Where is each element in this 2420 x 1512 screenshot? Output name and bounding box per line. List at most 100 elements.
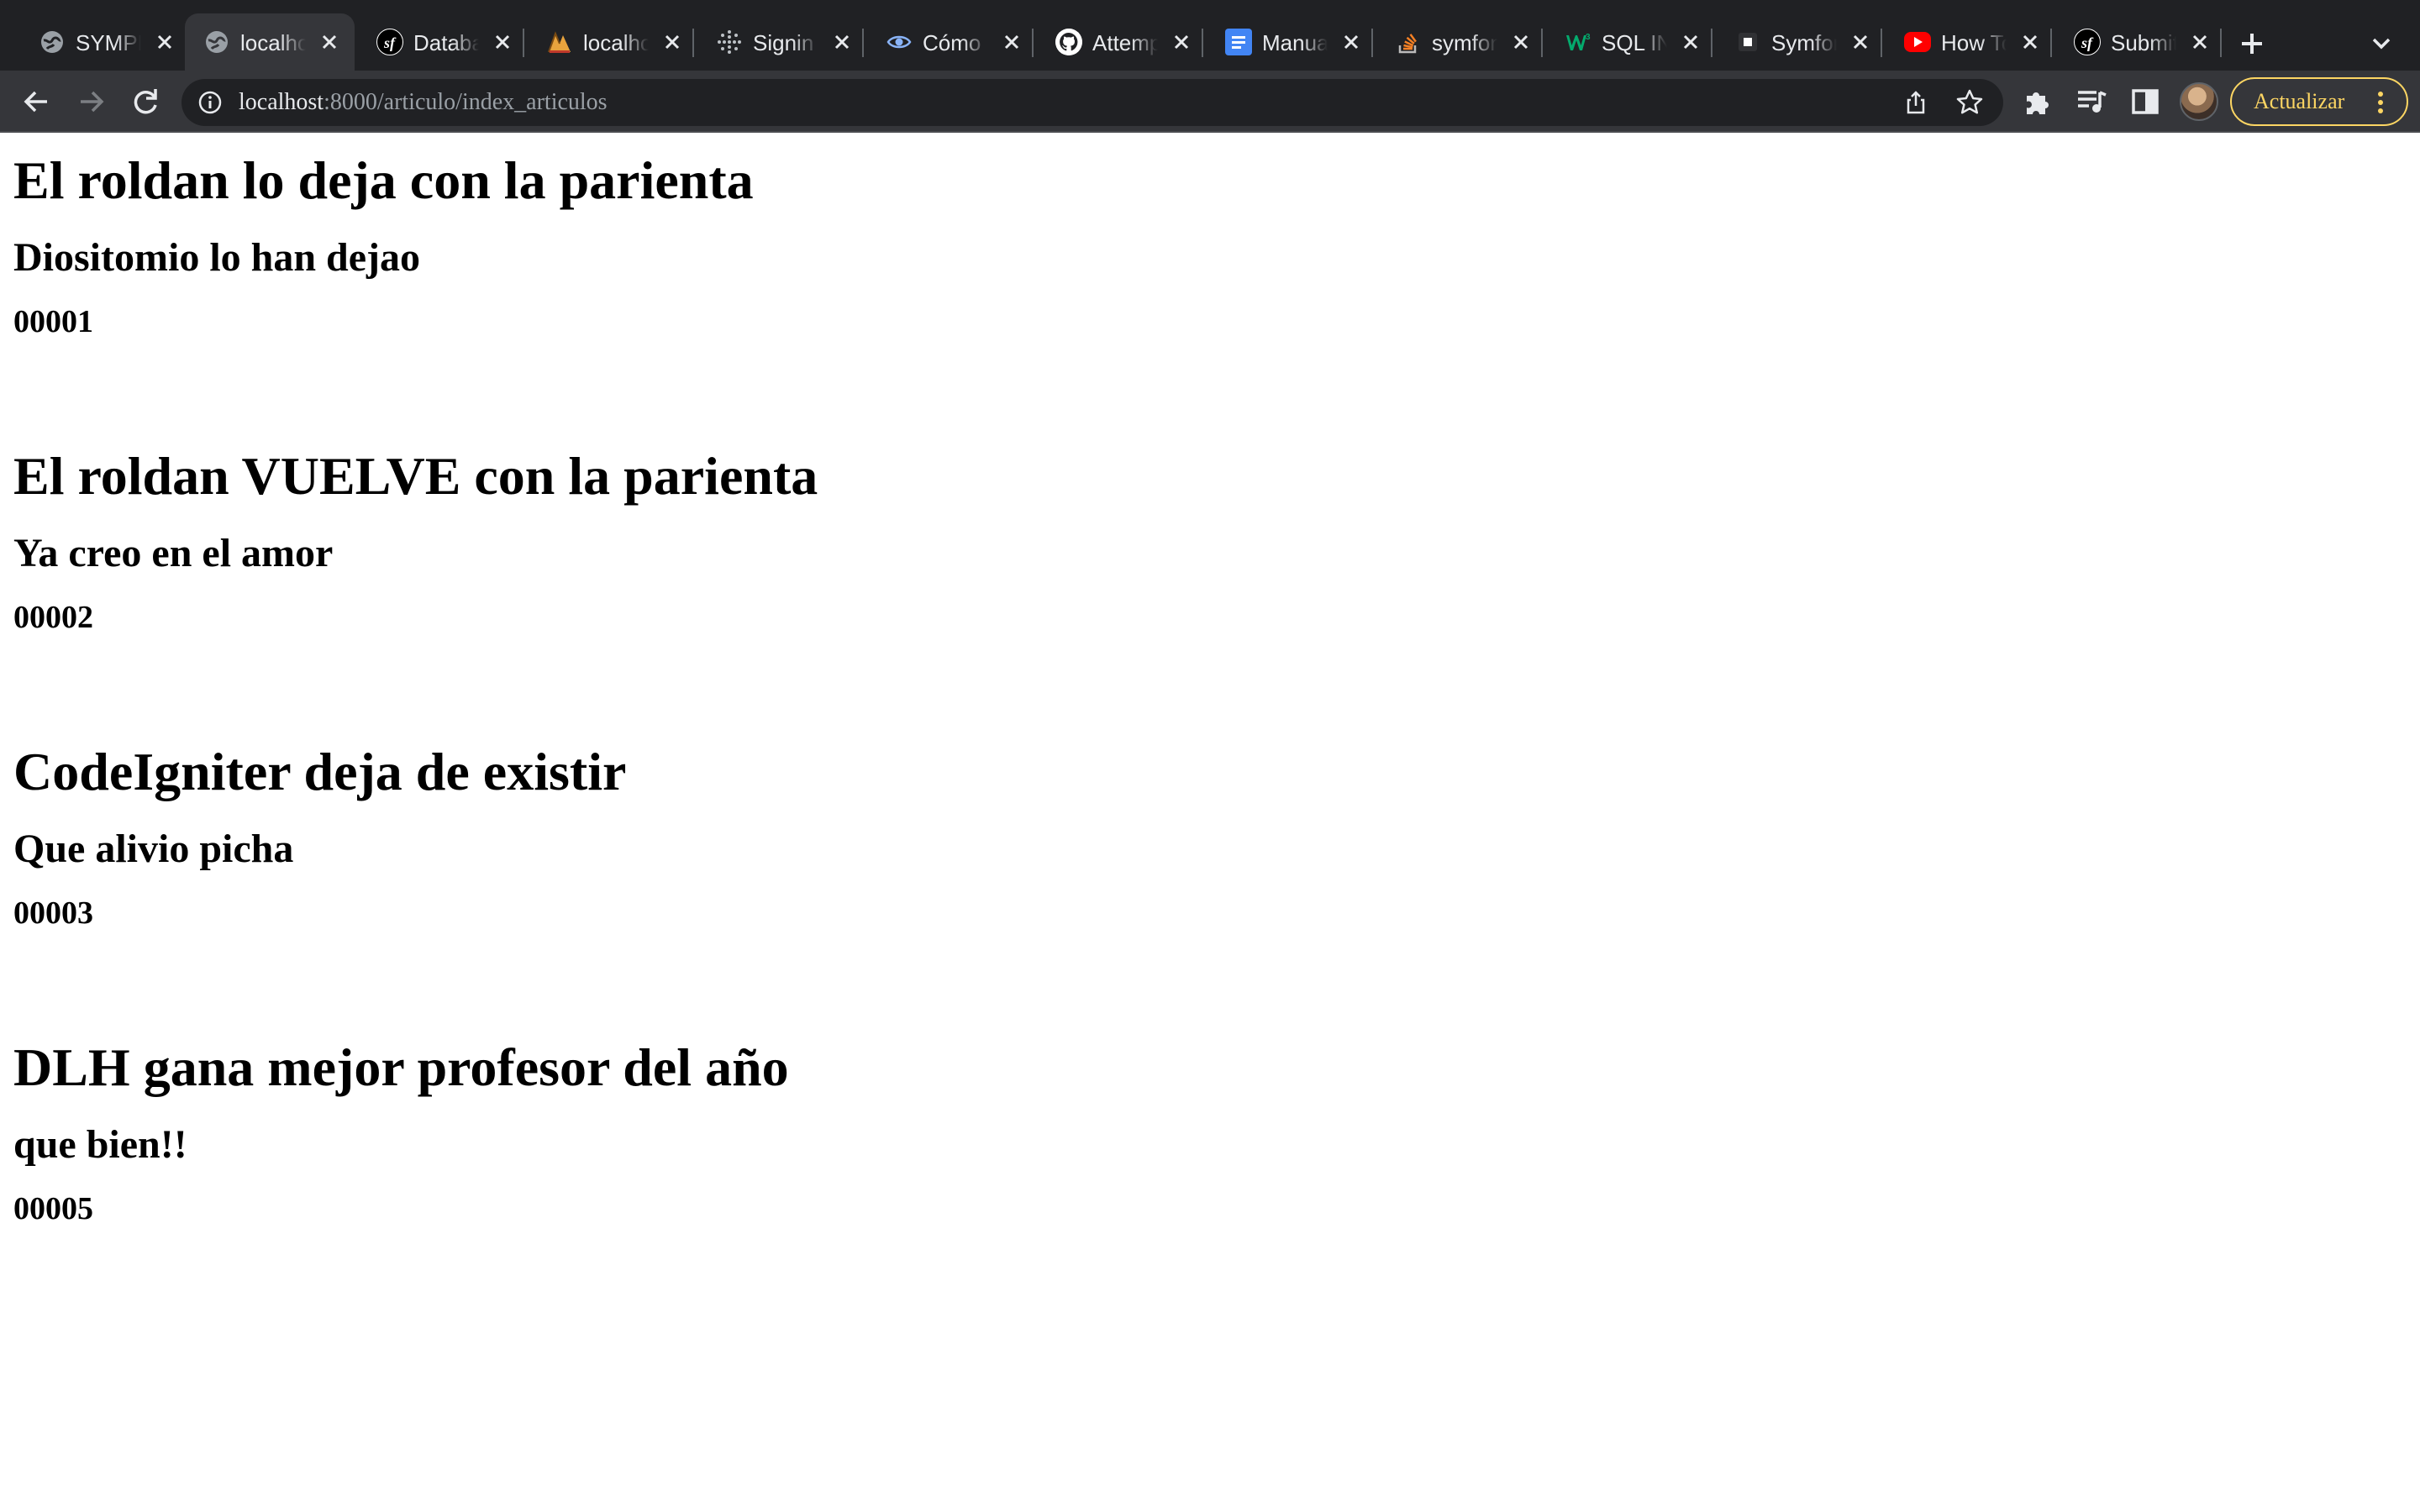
globe-icon (203, 29, 230, 55)
reload-icon (134, 89, 157, 114)
side-panel-button[interactable] (2128, 84, 2163, 119)
close-icon[interactable] (998, 29, 1025, 55)
close-icon[interactable] (489, 29, 516, 55)
square-icon (1734, 29, 1761, 55)
update-button[interactable]: Actualizar (2230, 77, 2408, 126)
forward-button[interactable] (71, 81, 113, 123)
tab-9[interactable]: 3 SQL IN (1546, 13, 1716, 71)
phpmyadmin-icon (546, 29, 573, 55)
tab-title: Cómo (923, 30, 981, 55)
tab-6[interactable]: Attempt (1037, 13, 1207, 71)
close-icon[interactable] (1847, 29, 1874, 55)
dots-icon (716, 29, 743, 55)
tab-4[interactable]: Signin (697, 13, 867, 71)
extensions-button[interactable] (2020, 84, 2055, 119)
tab-separator (1371, 29, 1373, 57)
more-vertical-icon[interactable] (2366, 87, 2395, 116)
tab-separator (1541, 29, 1543, 57)
close-icon[interactable] (316, 29, 343, 55)
close-icon[interactable] (829, 29, 855, 55)
info-icon[interactable] (197, 89, 224, 116)
tab-title: Attempt (1092, 30, 1158, 55)
tab-title: symfony (1432, 30, 1497, 55)
svg-text:sf: sf (2081, 34, 2094, 51)
close-icon[interactable] (659, 29, 686, 55)
symfony-icon: sf (376, 29, 403, 55)
tab-title: localhost (583, 30, 649, 55)
article-code: 00002 (13, 600, 93, 635)
article-subtitle: Diositomio lo han dejao (13, 235, 421, 280)
tab-2[interactable]: sf Database (358, 13, 528, 71)
article-subtitle: Que alivio picha (13, 827, 294, 871)
article-code: 00001 (13, 304, 93, 339)
docs-icon (1225, 29, 1252, 55)
puzzle-icon (2027, 92, 2049, 114)
article-subtitle: Ya creo en el amor (13, 531, 334, 575)
arrow-right-icon (81, 91, 104, 113)
article-item: El roldan lo deja con la parienta Diosit… (13, 144, 2407, 343)
tab-separator (1711, 29, 1712, 57)
url-path: :8000/articulo/index_articulos (324, 89, 608, 115)
tab-separator (523, 29, 524, 57)
article-item: CodeIgniter deja de existir Que alivio p… (13, 736, 2407, 934)
close-icon[interactable] (2017, 29, 2044, 55)
eye-icon (886, 29, 913, 55)
tab-11[interactable]: How To (1886, 13, 2055, 71)
article-title: CodeIgniter deja de existir (13, 742, 627, 801)
page-content: El roldan lo deja con la parienta Diosit… (0, 133, 2420, 1512)
update-label: Actualizar (2254, 89, 2345, 113)
tab-title: Database (413, 30, 479, 55)
article-subtitle: que bien!! (13, 1122, 187, 1167)
close-icon[interactable] (2186, 29, 2213, 55)
symfony-icon: sf (2074, 29, 2101, 55)
tab-title: Submit (2111, 30, 2176, 55)
tab-7[interactable]: Manual (1207, 13, 1376, 71)
stackoverflow-icon (1395, 29, 1422, 55)
tab-title: Manual (1262, 30, 1328, 55)
article-title: El roldan lo deja con la parienta (13, 150, 754, 210)
close-icon[interactable] (1677, 29, 1704, 55)
tab-search-button[interactable] (2363, 25, 2400, 62)
tab-title: How To (1941, 30, 2007, 55)
close-icon[interactable] (1507, 29, 1534, 55)
article-item: El roldan VUELVE con la parienta Ya creo… (13, 440, 2407, 638)
article-item: DLH gana mejor profesor del año que bien… (13, 1032, 2407, 1230)
article-code: 00003 (13, 895, 93, 931)
tab-title: SQL IN (1602, 30, 1667, 55)
back-button[interactable] (15, 81, 57, 123)
w3schools-icon: 3 (1565, 29, 1591, 55)
tab-separator (2050, 29, 2052, 57)
reload-button[interactable] (124, 81, 166, 123)
tab-8[interactable]: symfony (1376, 13, 1546, 71)
share-icon[interactable] (1902, 89, 1929, 116)
github-icon (1055, 29, 1082, 55)
close-icon[interactable] (1338, 29, 1365, 55)
tab-10[interactable]: Symfony (1716, 13, 1886, 71)
tab-separator (862, 29, 864, 57)
tab-title: SYMPHONY (76, 30, 141, 55)
profile-avatar[interactable] (2180, 82, 2218, 121)
tab-separator (692, 29, 694, 57)
address-bar[interactable]: localhost:8000/articulo/index_articulos (182, 79, 2003, 126)
tab-0[interactable]: SYMPHONY (20, 13, 190, 71)
globe-icon (39, 29, 66, 55)
plus-icon (2242, 34, 2262, 54)
tab-12[interactable]: sf Submit (2055, 13, 2225, 71)
playlist-icon (2078, 91, 2107, 113)
close-icon[interactable] (1168, 29, 1195, 55)
svg-text:3: 3 (1586, 33, 1591, 42)
article-code: 00005 (13, 1191, 93, 1226)
side-panel-icon (2132, 89, 2159, 114)
tab-separator (1202, 29, 1203, 57)
tab-5[interactable]: Cómo (867, 13, 1037, 71)
new-tab-button[interactable] (2232, 24, 2272, 64)
url-text[interactable]: localhost:8000/articulo/index_articulos (239, 79, 608, 126)
close-icon[interactable] (151, 29, 178, 55)
svg-text:sf: sf (383, 34, 397, 51)
tab-title: localhost (240, 30, 306, 55)
tab-1-active[interactable]: localhost (185, 13, 355, 71)
tab-3[interactable]: localhost (528, 13, 697, 71)
bookmark-star-icon[interactable] (1954, 87, 1985, 118)
media-controls-button[interactable] (2074, 84, 2109, 119)
tab-separator (1032, 29, 1034, 57)
